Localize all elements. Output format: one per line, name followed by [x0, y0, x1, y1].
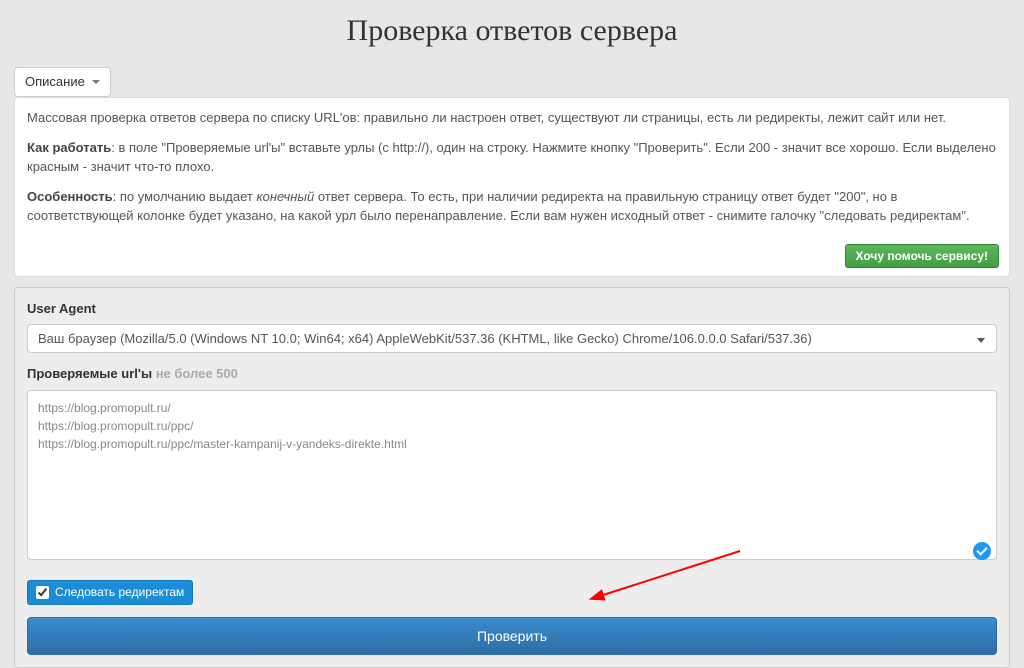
feature-em: конечный [257, 189, 315, 204]
description-howto: Как работать: в поле "Проверяемые url'ы"… [27, 138, 997, 177]
urls-textarea[interactable] [27, 390, 997, 560]
form-panel: User Agent Ваш браузер (Mozilla/5.0 (Win… [14, 287, 1010, 668]
follow-redirects-label[interactable]: Следовать редиректам [27, 580, 193, 605]
description-toggle[interactable]: Описание [14, 67, 111, 98]
howto-label: Как работать [27, 140, 111, 155]
page-title: Проверка ответов сервера [0, 10, 1024, 53]
follow-redirects-checkbox[interactable] [36, 586, 49, 599]
feature-label: Особенность [27, 189, 113, 204]
description-intro: Массовая проверка ответов сервера по спи… [27, 108, 997, 128]
user-agent-label: User Agent [27, 300, 997, 319]
follow-redirects-text: Следовать редиректам [55, 584, 184, 601]
description-feature: Особенность: по умолчанию выдает конечны… [27, 187, 997, 226]
howto-text: : в поле "Проверяемые url'ы" вставьте ур… [27, 140, 996, 175]
description-panel: Массовая проверка ответов сервера по спи… [14, 97, 1010, 277]
urls-label-text: Проверяемые url'ы [27, 366, 152, 381]
urls-limit-text: не более 500 [156, 366, 238, 381]
caret-down-icon [92, 80, 100, 84]
urls-label: Проверяемые url'ы не более 500 [27, 365, 997, 384]
description-toggle-label: Описание [25, 74, 85, 89]
grammar-check-icon[interactable] [973, 542, 991, 560]
user-agent-select[interactable]: Ваш браузер (Mozilla/5.0 (Windows NT 10.… [27, 324, 997, 353]
submit-button[interactable]: Проверить [27, 617, 997, 655]
help-service-button[interactable]: Хочу помочь сервису! [845, 244, 999, 268]
feature-pre: : по умолчанию выдает [113, 189, 257, 204]
